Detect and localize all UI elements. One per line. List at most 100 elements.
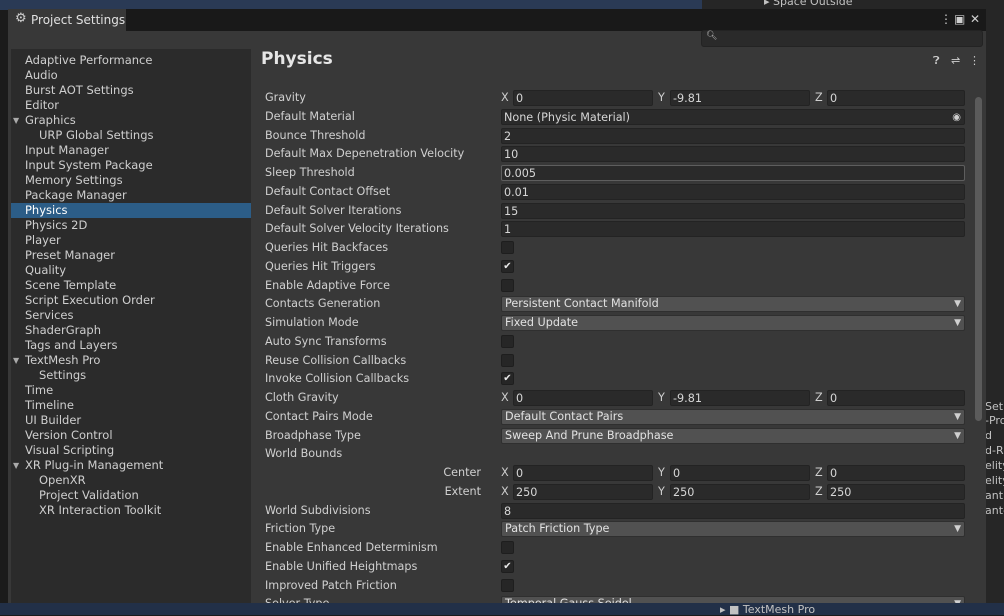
dropdown[interactable]: Sweep And Prune Broadphase ▼ xyxy=(501,427,965,444)
sidebar-item[interactable]: Player xyxy=(11,233,251,248)
vector-z-field[interactable]: 0 xyxy=(827,90,965,106)
property-row: Default Material None (Physic Material) ◉ xyxy=(265,108,965,126)
sidebar-item[interactable]: Settings xyxy=(11,368,251,383)
sidebar-item[interactable]: Version Control xyxy=(11,428,251,443)
property-row: Invoke Collision Callbacks ✔ xyxy=(265,371,965,388)
expand-arrow-icon[interactable]: ▼ xyxy=(13,353,19,368)
sidebar-item-label: Player xyxy=(25,233,61,247)
dropdown[interactable]: Default Contact Pairs ▼ xyxy=(501,408,965,425)
vector-y-field[interactable]: 0 xyxy=(670,465,810,481)
dropdown[interactable]: Persistent Contact Manifold ▼ xyxy=(501,296,965,313)
dropdown[interactable]: Fixed Update ▼ xyxy=(501,315,965,331)
sidebar-item[interactable]: Time xyxy=(11,383,251,398)
vector-z-field[interactable]: 250 xyxy=(827,483,965,500)
sidebar-item[interactable]: Memory Settings xyxy=(11,173,251,188)
checkbox[interactable] xyxy=(501,278,514,292)
sidebar-item[interactable]: ShaderGraph xyxy=(11,323,251,338)
sidebar-item[interactable]: Visual Scripting xyxy=(11,443,251,458)
property-row: Solver Type Temporal Gauss Seidel ▼ xyxy=(265,596,965,603)
sidebar-item[interactable]: ▼ Graphics xyxy=(11,113,251,128)
property-row: Reuse Collision Callbacks xyxy=(265,353,965,370)
sidebar-item[interactable]: Services xyxy=(11,308,251,323)
vector-z-field[interactable]: 0 xyxy=(827,390,965,406)
expand-arrow-icon[interactable]: ▼ xyxy=(13,458,19,473)
axis-label-x: X xyxy=(501,466,509,479)
kebab-menu-icon[interactable]: ⋮ xyxy=(940,12,952,26)
vector-y-field[interactable]: -9.81 xyxy=(670,390,810,406)
sidebar-item-label: TextMesh Pro xyxy=(25,353,101,367)
checkbox-checked[interactable]: ✔ xyxy=(501,372,514,386)
sidebar-item[interactable]: UI Builder xyxy=(11,413,251,428)
maximize-icon[interactable]: ▣ xyxy=(954,12,965,26)
sidebar-item[interactable]: Input Manager xyxy=(11,143,251,158)
vector-x-field[interactable]: 250 xyxy=(513,483,653,500)
sidebar-item[interactable]: Package Manager xyxy=(11,188,251,203)
number-field[interactable]: 10 xyxy=(501,146,965,163)
help-icon[interactable]: ❓︎ xyxy=(933,54,940,68)
dropdown[interactable]: Patch Friction Type ▼ xyxy=(501,521,965,538)
number-field[interactable]: 8 xyxy=(501,502,965,519)
checkbox-checked[interactable]: ✔ xyxy=(501,559,514,573)
vector-x-field[interactable]: 0 xyxy=(513,465,653,481)
object-field[interactable]: None (Physic Material) ◉ xyxy=(501,108,965,125)
vector-y-field[interactable]: 250 xyxy=(670,483,810,500)
sidebar-item[interactable]: Editor xyxy=(11,98,251,113)
kebab-menu-icon[interactable]: ⋮ xyxy=(969,54,980,67)
property-row: Default Solver Iterations 15 xyxy=(265,202,965,220)
sidebar-item[interactable]: Timeline xyxy=(11,398,251,413)
hierarchy-item-textmesh-pro[interactable]: ▸ ■ TextMesh Pro xyxy=(720,603,815,616)
vector-z-field[interactable]: 0 xyxy=(827,465,965,481)
sidebar-item-label: Visual Scripting xyxy=(25,443,115,457)
number-field[interactable]: 0.005 xyxy=(501,165,965,181)
inspector-scrollbar[interactable] xyxy=(975,97,982,421)
vector-x-field[interactable]: 0 xyxy=(513,390,653,406)
sidebar-item[interactable]: Project Validation xyxy=(11,488,251,503)
sidebar-item[interactable]: Adaptive Performance xyxy=(11,53,251,68)
close-icon[interactable]: ✕ xyxy=(970,12,980,26)
hierarchy-item-space-outside[interactable]: ▸ Space Outside xyxy=(764,0,853,8)
sidebar-item[interactable]: Script Execution Order xyxy=(11,293,251,308)
sidebar-item[interactable]: XR Interaction Toolkit xyxy=(11,503,251,518)
sidebar-item[interactable]: Audio xyxy=(11,68,251,83)
checkbox[interactable] xyxy=(501,353,514,367)
gear-icon: ⚙ xyxy=(15,11,27,26)
number-field[interactable]: 0.01 xyxy=(501,183,965,200)
sidebar-item[interactable]: ▼ XR Plug-in Management xyxy=(11,458,251,473)
checkbox[interactable] xyxy=(501,241,514,254)
sidebar-item[interactable]: Physics 2D xyxy=(11,218,251,233)
property-label: Solver Type xyxy=(265,597,329,603)
checkbox[interactable] xyxy=(501,578,514,592)
property-row: Simulation Mode Fixed Update ▼ xyxy=(265,315,965,332)
sidebar-item[interactable]: ▼ TextMesh Pro xyxy=(11,353,251,368)
vector-x-field[interactable]: 0 xyxy=(513,90,653,106)
expand-arrow-icon[interactable]: ▼ xyxy=(13,113,19,128)
sidebar-item[interactable]: Physics xyxy=(11,203,251,218)
sidebar-item[interactable]: Input System Package xyxy=(11,158,251,173)
sidebar-item[interactable]: Scene Template xyxy=(11,278,251,293)
axis-label-z: Z xyxy=(815,391,823,404)
sidebar-item[interactable]: Preset Manager xyxy=(11,248,251,263)
sidebar-item[interactable]: OpenXR xyxy=(11,473,251,488)
sidebar-item[interactable]: Burst AOT Settings xyxy=(11,83,251,98)
number-field[interactable]: 1 xyxy=(501,221,965,238)
checkbox-checked[interactable]: ✔ xyxy=(501,259,514,273)
dropdown[interactable]: Temporal Gauss Seidel ▼ xyxy=(501,596,965,603)
number-field[interactable]: 15 xyxy=(501,202,965,219)
checkbox[interactable] xyxy=(501,334,514,348)
dropdown-value: Sweep And Prune Broadphase xyxy=(505,428,674,442)
window-tab[interactable]: ⚙ Project Settings xyxy=(8,9,126,31)
preset-sliders-icon[interactable]: ⇌ xyxy=(951,54,960,67)
sidebar-item[interactable]: Tags and Layers xyxy=(11,338,251,353)
sidebar-item-label: Graphics xyxy=(25,113,76,127)
vector-y-field[interactable]: -9.81 xyxy=(670,90,810,106)
search-input[interactable]: 🔍︎ xyxy=(701,30,983,47)
sidebar-item-label: Timeline xyxy=(25,398,74,412)
number-field[interactable]: 2 xyxy=(501,127,965,144)
sidebar-item-label: Preset Manager xyxy=(25,248,115,262)
object-picker-icon[interactable]: ◉ xyxy=(952,110,961,124)
sidebar-item[interactable]: Quality xyxy=(11,263,251,278)
checkbox[interactable] xyxy=(501,541,514,554)
sidebar-item[interactable]: URP Global Settings xyxy=(11,128,251,143)
property-row: Queries Hit Backfaces xyxy=(265,240,965,257)
property-row: Enable Unified Heightmaps ✔ xyxy=(265,559,965,576)
